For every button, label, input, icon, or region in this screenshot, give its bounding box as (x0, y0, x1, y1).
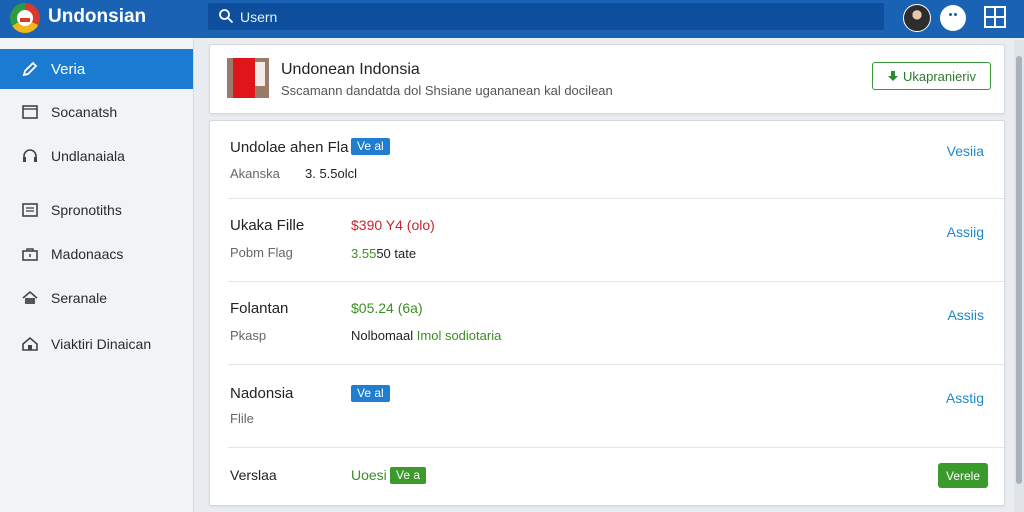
top-bar: Undonsian (0, 0, 1024, 38)
search-input[interactable] (240, 7, 860, 26)
page-subtitle: Sscamann dandatda dol Shsiane ugananean … (281, 83, 613, 98)
arrow-down-icon (888, 71, 898, 81)
sidebar-item-madonaacs[interactable]: Madonaacs (0, 234, 193, 274)
list-item[interactable]: Ukaka Fille $390 Y4 (olo) Pobm Flag 3.55… (210, 199, 1004, 281)
sidebar-item-undlanaiala[interactable]: Undlanaiala (0, 136, 193, 176)
row-detail-unit: 50 tate (376, 246, 417, 261)
home-icon (20, 288, 40, 308)
row-subtitle: Akanska (230, 166, 280, 181)
sidebar-item-label: Veria (51, 60, 86, 78)
row-name: Verslaa (230, 467, 277, 483)
list-item[interactable]: Verslaa Uoesi Ve a Verele (210, 448, 1004, 506)
avatar[interactable] (903, 4, 931, 32)
scrollbar-thumb[interactable] (1016, 56, 1022, 484)
sidebar-item-label: Viaktiri Dinaican (51, 336, 152, 352)
row-detail-value: 3.55 (351, 246, 377, 261)
briefcase-icon (20, 244, 40, 264)
search-bar[interactable] (208, 3, 884, 30)
row-detail-value: Imol sodiotaria (416, 328, 502, 343)
sidebar-item-spronotiths[interactable]: Spronotiths (0, 190, 193, 230)
page-title: Undonean Indonsia (281, 61, 420, 78)
profile-icon[interactable] (940, 5, 966, 31)
pencil-icon (20, 59, 40, 79)
sidebar: Veria Socanatsh Undlanaiala Spronotiths … (0, 38, 194, 512)
list-item[interactable]: Folantan $05.24 (6a) Pkasp Nolbomaal Imo… (210, 282, 1004, 364)
row-amount: $390 Y4 (olo) (351, 217, 435, 233)
grid-icon[interactable] (983, 5, 1007, 29)
page-header-card: Undonean Indonsia Sscamann dandatda dol … (209, 44, 1005, 114)
headset-icon (20, 146, 40, 166)
row-amount: $05.24 (6a) (351, 300, 423, 316)
folder-icon (20, 102, 40, 122)
row-name: Ukaka Fille (230, 217, 305, 234)
sidebar-item-seranale[interactable]: Seranale (0, 278, 193, 318)
row-action-button[interactable]: Verele (938, 463, 988, 488)
sidebar-item-viaktiri-dinaican[interactable]: Viaktiri Dinaican (0, 324, 193, 364)
sidebar-item-label: Seranale (51, 290, 108, 306)
row-name: Undolae ahen Fla (230, 139, 349, 156)
list-item[interactable]: Nadonsia Ve al Flile Asstig (210, 365, 1004, 447)
row-name: Folantan (230, 300, 289, 317)
row-subtitle: Pkasp (230, 328, 267, 343)
list-item[interactable]: Undolae ahen Fla Ve al Akanska 3. 5.5olc… (210, 121, 1004, 199)
sidebar-item-socanatsh[interactable]: Socanatsh (0, 92, 193, 132)
app-title: Undonsian (48, 6, 147, 27)
row-action-link[interactable]: Assiis (947, 307, 984, 323)
file-list: Undolae ahen Fla Ve al Akanska 3. 5.5olc… (209, 120, 1005, 506)
row-detail: Nolbomaal Imol sodiotaria (351, 328, 501, 343)
row-subtitle: Flile (230, 411, 254, 426)
export-button[interactable]: Ukapranieriv (872, 62, 991, 90)
row-detail: 3. 5.5olcl (305, 166, 358, 181)
document-icon (20, 200, 40, 220)
status-badge: Ve a (390, 467, 427, 484)
sidebar-item-label: Spronotiths (51, 202, 122, 218)
search-icon (219, 9, 234, 24)
row-detail: 3.5550 tate (351, 246, 416, 261)
status-badge: Ve al (351, 385, 390, 402)
row-action-link[interactable]: Vesiia (947, 143, 984, 159)
status-badge: Ve al (351, 138, 390, 155)
row-action-link[interactable]: Assiig (947, 224, 984, 240)
row-detail-label: Nolbomaal (351, 328, 414, 343)
sidebar-item-label: Socanatsh (51, 104, 118, 120)
scrollbar[interactable] (1014, 40, 1024, 512)
row-action-link[interactable]: Asstig (946, 390, 984, 406)
row-subtitle: Pobm Flag (230, 245, 293, 260)
row-name: Nadonsia (230, 385, 294, 402)
export-button-label: Ukapranieriv (903, 68, 976, 84)
app-logo-icon[interactable] (10, 3, 40, 33)
house-icon (20, 334, 40, 354)
sidebar-item-label: Undlanaiala (51, 148, 125, 164)
row-amount: Uoesi (351, 467, 387, 483)
sidebar-item-label: Madonaacs (51, 246, 124, 262)
header-thumbnail (227, 58, 269, 98)
sidebar-item-veria[interactable]: Veria (0, 49, 193, 89)
